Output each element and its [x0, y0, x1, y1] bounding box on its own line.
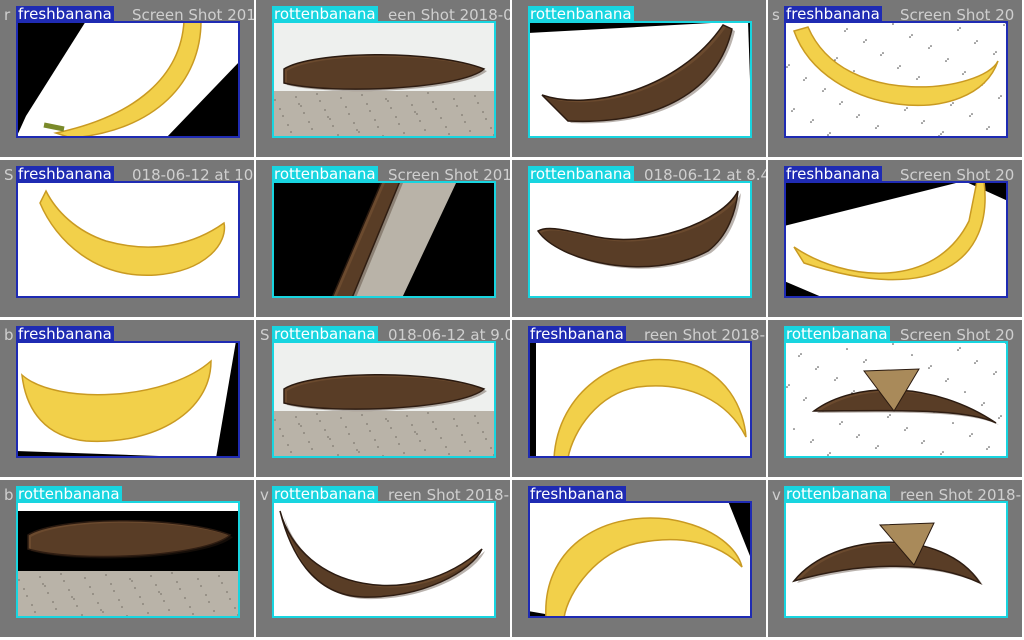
- image-tile: v reen Shot 2018- rottenbanana: [768, 480, 1022, 637]
- image-grid: r Screen Shot 2018 freshbanana een Shot 20…: [0, 0, 1024, 640]
- image-tile: S018-06-12 at 10.0 freshbanana: [0, 160, 254, 317]
- image-tile: een Shot 2018-06 rottenbanana: [256, 0, 510, 157]
- image-tile: S018-06-12 at 9.04 rottenbanana: [256, 320, 510, 477]
- filename-caption: v reen Shot 2018-: [772, 486, 1022, 504]
- class-label: freshbanana: [16, 325, 114, 343]
- image-tile: v reen Shot 2018-0 rottenbanana: [256, 480, 510, 637]
- image-tile: freshbanana: [512, 480, 766, 637]
- bounding-box: [528, 181, 752, 298]
- bounding-box: [16, 181, 240, 298]
- class-label: freshbanana: [528, 485, 626, 503]
- bounding-box: [16, 501, 240, 618]
- bounding-box: [272, 341, 496, 458]
- filename-caption: v reen Shot 2018-0: [260, 486, 510, 504]
- filename-caption: b: [4, 326, 14, 344]
- class-label: rottenbanana: [784, 485, 890, 503]
- bounding-box: [272, 21, 496, 138]
- bounding-box: [528, 501, 752, 618]
- class-label: freshbanana: [16, 5, 114, 23]
- filename-caption: S018-06-12 at 10.0: [4, 166, 254, 184]
- bounding-box: [272, 501, 496, 618]
- bounding-box: [784, 501, 1008, 618]
- class-label: rottenbanana: [272, 5, 378, 23]
- image-tile: Screen Shot 20 rottenbanana: [768, 320, 1022, 477]
- bounding-box: [528, 341, 752, 458]
- class-label: freshbanana: [784, 165, 882, 183]
- image-tile: Screen Shot 20 freshbanana: [768, 160, 1022, 317]
- image-tile: Screen Shot 2018 rottenbanana: [256, 160, 510, 317]
- bounding-box: [784, 181, 1008, 298]
- filename-caption: b: [4, 486, 14, 504]
- class-label: rottenbanana: [272, 325, 378, 343]
- filename-caption: s Screen Shot 20: [772, 6, 1015, 24]
- image-tile: s Screen Shot 20 freshbanana: [768, 0, 1022, 157]
- class-label: rottenbanana: [16, 485, 122, 503]
- bounding-box: [784, 341, 1008, 458]
- class-label: rottenbanana: [784, 325, 890, 343]
- class-label: rottenbanana: [272, 485, 378, 503]
- image-tile: 018-06-12 at 8.48 rottenbanana: [512, 160, 766, 317]
- class-label: freshbanana: [528, 325, 626, 343]
- bounding-box: [784, 21, 1008, 138]
- class-label: rottenbanana: [272, 165, 378, 183]
- bounding-box: [16, 21, 240, 138]
- class-label: freshbanana: [16, 165, 114, 183]
- class-label: freshbanana: [784, 5, 882, 23]
- bounding-box: [16, 341, 240, 458]
- filename-caption: r Screen Shot 2018: [4, 6, 254, 24]
- filename-caption: S018-06-12 at 9.04: [260, 326, 510, 344]
- image-tile: reen Shot 2018-06 freshbanana: [512, 320, 766, 477]
- bounding-box: [272, 181, 496, 298]
- image-tile: r Screen Shot 2018 freshbanana: [0, 0, 254, 157]
- bounding-box: [528, 21, 752, 138]
- class-label: rottenbanana: [528, 5, 634, 23]
- image-tile: b rottenbanana: [0, 480, 254, 637]
- image-tile: b freshbanana: [0, 320, 254, 477]
- class-label: rottenbanana: [528, 165, 634, 183]
- image-tile: rottenbanana: [512, 0, 766, 157]
